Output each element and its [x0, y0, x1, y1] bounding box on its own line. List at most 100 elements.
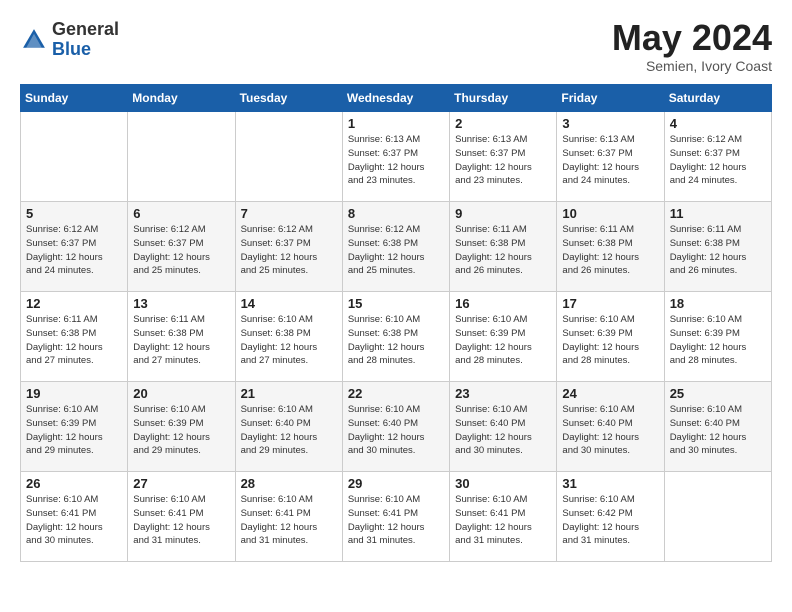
weekday-header-sunday: Sunday [21, 85, 128, 112]
weekday-header-friday: Friday [557, 85, 664, 112]
calendar-cell: 6 Sunrise: 6:12 AM Sunset: 6:37 PM Daylig… [128, 202, 235, 292]
day-number: 15 [348, 296, 444, 311]
calendar-cell: 18 Sunrise: 6:10 AM Sunset: 6:39 PM Dayli… [664, 292, 771, 382]
logo-icon [20, 26, 48, 54]
day-number: 30 [455, 476, 551, 491]
day-number: 27 [133, 476, 229, 491]
calendar-table: SundayMondayTuesdayWednesdayThursdayFrid… [20, 84, 772, 562]
day-number: 31 [562, 476, 658, 491]
calendar-week-row: 5 Sunrise: 6:12 AM Sunset: 6:37 PM Daylig… [21, 202, 772, 292]
calendar-cell: 7 Sunrise: 6:12 AM Sunset: 6:37 PM Daylig… [235, 202, 342, 292]
calendar-cell: 26Sunrise: 6:10 AM Sunset: 6:41 PM Dayli… [21, 472, 128, 562]
day-info: Sunrise: 6:12 AM Sunset: 6:37 PM Dayligh… [26, 223, 122, 278]
month-title: May 2024 [612, 20, 772, 56]
calendar-cell: 9 Sunrise: 6:11 AM Sunset: 6:38 PM Daylig… [450, 202, 557, 292]
calendar-cell: 2 Sunrise: 6:13 AM Sunset: 6:37 PM Daylig… [450, 112, 557, 202]
day-number: 18 [670, 296, 766, 311]
day-number: 13 [133, 296, 229, 311]
day-number: 11 [670, 206, 766, 221]
weekday-header-monday: Monday [128, 85, 235, 112]
calendar-cell: 28 Sunrise: 6:10 AM Sunset: 6:41 PM Dayli… [235, 472, 342, 562]
calendar-week-row: 1 Sunrise: 6:13 AM Sunset: 6:37 PM Daylig… [21, 112, 772, 202]
weekday-header-wednesday: Wednesday [342, 85, 449, 112]
logo-blue-text: Blue [52, 40, 119, 60]
day-number: 10 [562, 206, 658, 221]
day-number: 20 [133, 386, 229, 401]
day-info: Sunrise: 6:12 AM Sunset: 6:38 PM Dayligh… [348, 223, 444, 278]
calendar-cell: 21 Sunrise: 6:10 AM Sunset: 6:40 PM Dayli… [235, 382, 342, 472]
day-info: Sunrise: 6:10 AM Sunset: 6:41 PM Dayligh… [26, 493, 122, 548]
calendar-cell: 13 Sunrise: 6:11 AM Sunset: 6:38 PM Dayli… [128, 292, 235, 382]
day-info: Sunrise: 6:10 AM Sunset: 6:39 PM Dayligh… [455, 313, 551, 368]
calendar-cell: 25 Sunrise: 6:10 AM Sunset: 6:40 PM Dayli… [664, 382, 771, 472]
calendar-cell: 20 Sunrise: 6:10 AM Sunset: 6:39 PM Dayli… [128, 382, 235, 472]
day-number: 7 [241, 206, 337, 221]
calendar-cell: 4Sunrise: 6:12 AM Sunset: 6:37 PM Daylig… [664, 112, 771, 202]
day-info: Sunrise: 6:11 AM Sunset: 6:38 PM Dayligh… [26, 313, 122, 368]
day-info: Sunrise: 6:11 AM Sunset: 6:38 PM Dayligh… [562, 223, 658, 278]
calendar-cell [128, 112, 235, 202]
day-info: Sunrise: 6:11 AM Sunset: 6:38 PM Dayligh… [455, 223, 551, 278]
day-info: Sunrise: 6:10 AM Sunset: 6:40 PM Dayligh… [348, 403, 444, 458]
day-number: 9 [455, 206, 551, 221]
logo: General Blue [20, 20, 119, 60]
calendar-week-row: 19 Sunrise: 6:10 AM Sunset: 6:39 PM Dayli… [21, 382, 772, 472]
day-number: 2 [455, 116, 551, 131]
day-info: Sunrise: 6:10 AM Sunset: 6:39 PM Dayligh… [670, 313, 766, 368]
day-info: Sunrise: 6:10 AM Sunset: 6:39 PM Dayligh… [133, 403, 229, 458]
day-number: 1 [348, 116, 444, 131]
day-number: 14 [241, 296, 337, 311]
day-number: 17 [562, 296, 658, 311]
calendar-cell: 31 Sunrise: 6:10 AM Sunset: 6:42 PM Dayli… [557, 472, 664, 562]
calendar-cell: 8 Sunrise: 6:12 AM Sunset: 6:38 PM Daylig… [342, 202, 449, 292]
day-info: Sunrise: 6:13 AM Sunset: 6:37 PM Dayligh… [455, 133, 551, 188]
day-number: 23 [455, 386, 551, 401]
day-info: Sunrise: 6:10 AM Sunset: 6:38 PM Dayligh… [241, 313, 337, 368]
weekday-header-tuesday: Tuesday [235, 85, 342, 112]
day-number: 6 [133, 206, 229, 221]
day-info: Sunrise: 6:10 AM Sunset: 6:42 PM Dayligh… [562, 493, 658, 548]
calendar-cell: 23 Sunrise: 6:10 AM Sunset: 6:40 PM Dayli… [450, 382, 557, 472]
calendar-cell: 24Sunrise: 6:10 AM Sunset: 6:40 PM Dayli… [557, 382, 664, 472]
day-number: 29 [348, 476, 444, 491]
day-number: 3 [562, 116, 658, 131]
day-info: Sunrise: 6:10 AM Sunset: 6:40 PM Dayligh… [455, 403, 551, 458]
calendar-cell: 19 Sunrise: 6:10 AM Sunset: 6:39 PM Dayli… [21, 382, 128, 472]
day-number: 25 [670, 386, 766, 401]
calendar-cell: 1 Sunrise: 6:13 AM Sunset: 6:37 PM Daylig… [342, 112, 449, 202]
day-number: 5 [26, 206, 122, 221]
calendar-cell: 16 Sunrise: 6:10 AM Sunset: 6:39 PM Dayli… [450, 292, 557, 382]
day-info: Sunrise: 6:10 AM Sunset: 6:40 PM Dayligh… [241, 403, 337, 458]
day-info: Sunrise: 6:10 AM Sunset: 6:38 PM Dayligh… [348, 313, 444, 368]
calendar-cell: 3Sunrise: 6:13 AM Sunset: 6:37 PM Daylig… [557, 112, 664, 202]
location-label: Semien, Ivory Coast [612, 58, 772, 74]
weekday-header-saturday: Saturday [664, 85, 771, 112]
day-info: Sunrise: 6:10 AM Sunset: 6:41 PM Dayligh… [133, 493, 229, 548]
day-info: Sunrise: 6:10 AM Sunset: 6:41 PM Dayligh… [241, 493, 337, 548]
calendar-cell [235, 112, 342, 202]
title-block: May 2024 Semien, Ivory Coast [612, 20, 772, 74]
day-info: Sunrise: 6:12 AM Sunset: 6:37 PM Dayligh… [133, 223, 229, 278]
calendar-cell: 14 Sunrise: 6:10 AM Sunset: 6:38 PM Dayli… [235, 292, 342, 382]
page-header: General Blue May 2024 Semien, Ivory Coas… [20, 20, 772, 74]
logo-text: General Blue [52, 20, 119, 60]
day-info: Sunrise: 6:10 AM Sunset: 6:39 PM Dayligh… [26, 403, 122, 458]
calendar-cell: 27 Sunrise: 6:10 AM Sunset: 6:41 PM Dayli… [128, 472, 235, 562]
calendar-cell: 15 Sunrise: 6:10 AM Sunset: 6:38 PM Dayli… [342, 292, 449, 382]
calendar-week-row: 26Sunrise: 6:10 AM Sunset: 6:41 PM Dayli… [21, 472, 772, 562]
day-number: 28 [241, 476, 337, 491]
calendar-cell: 29 Sunrise: 6:10 AM Sunset: 6:41 PM Dayli… [342, 472, 449, 562]
day-info: Sunrise: 6:13 AM Sunset: 6:37 PM Dayligh… [348, 133, 444, 188]
calendar-cell: 5 Sunrise: 6:12 AM Sunset: 6:37 PM Daylig… [21, 202, 128, 292]
day-number: 21 [241, 386, 337, 401]
day-number: 19 [26, 386, 122, 401]
day-info: Sunrise: 6:10 AM Sunset: 6:41 PM Dayligh… [455, 493, 551, 548]
weekday-header-thursday: Thursday [450, 85, 557, 112]
day-number: 8 [348, 206, 444, 221]
day-info: Sunrise: 6:12 AM Sunset: 6:37 PM Dayligh… [241, 223, 337, 278]
day-number: 16 [455, 296, 551, 311]
day-info: Sunrise: 6:10 AM Sunset: 6:41 PM Dayligh… [348, 493, 444, 548]
day-info: Sunrise: 6:10 AM Sunset: 6:40 PM Dayligh… [670, 403, 766, 458]
day-number: 24 [562, 386, 658, 401]
day-info: Sunrise: 6:11 AM Sunset: 6:38 PM Dayligh… [133, 313, 229, 368]
